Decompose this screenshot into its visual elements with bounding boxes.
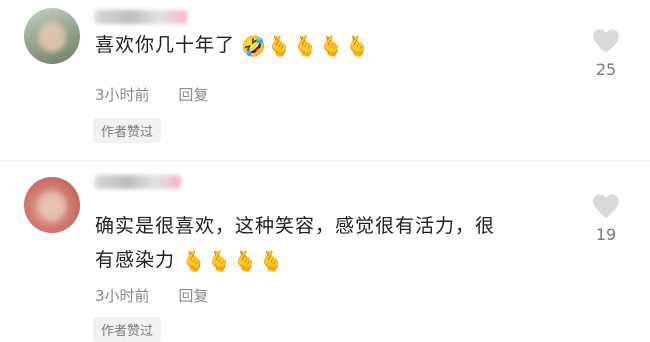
comment-text: 喜欢你几十年了 🤣🫰🫰🫰🫰 (95, 28, 371, 63)
comment-text-line: 确实是很喜欢，这种笑容，感觉很有活力，很 (95, 215, 496, 237)
author-liked-badge: 作者赞过 (93, 317, 162, 342)
author-liked-badge: 作者赞过 (93, 118, 162, 143)
comment-text-line-2: 有感染力 🫰🫰🫰🫰 (95, 243, 495, 278)
comment-meta: 3小时前 回复 (95, 84, 232, 105)
avatar[interactable] (24, 8, 80, 64)
comment-meta: 3小时前 回复 (95, 285, 232, 306)
comment-time: 3小时前 (95, 86, 150, 104)
comment-item: 确实是很喜欢，这种笑容，感觉很有活力，很 有感染力 🫰🫰🫰🫰 3小时前 回复 作者… (0, 165, 650, 342)
avatar[interactable] (24, 177, 80, 233)
avatar-face-blur (38, 191, 66, 221)
comment-text: 确实是很喜欢，这种笑容，感觉很有活力，很 有感染力 🫰🫰🫰🫰 (95, 209, 495, 278)
comment-time: 3小时前 (95, 287, 150, 305)
avatar-face-blur (38, 22, 66, 52)
heart-icon[interactable] (592, 28, 620, 54)
emoji-sequence: 🫰🫰🫰🫰 (181, 248, 285, 273)
username-redacted[interactable] (95, 175, 181, 189)
username-redacted[interactable] (95, 10, 187, 24)
comment-item: 喜欢你几十年了 🤣🫰🫰🫰🫰 3小时前 回复 作者赞过 25 (0, 0, 650, 150)
divider (0, 160, 650, 161)
like-button[interactable]: 19 (586, 193, 626, 244)
comment-text-line-2-body: 有感染力 (95, 249, 176, 271)
reply-button[interactable]: 回复 (178, 287, 208, 305)
like-count: 19 (595, 225, 617, 244)
heart-icon[interactable] (592, 193, 620, 219)
like-count: 25 (595, 60, 617, 79)
comment-text-body: 喜欢你几十年了 (95, 34, 236, 56)
like-button[interactable]: 25 (586, 28, 626, 79)
emoji-sequence: 🤣🫰🫰🫰🫰 (241, 33, 371, 58)
reply-button[interactable]: 回复 (178, 86, 208, 104)
